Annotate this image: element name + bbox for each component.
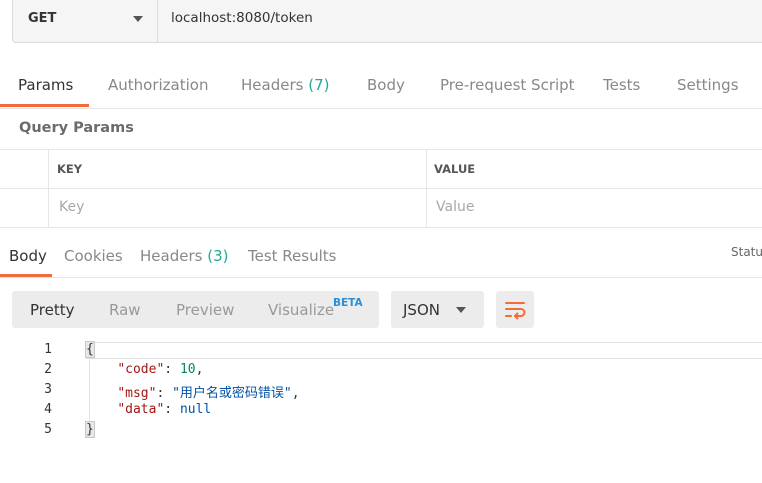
json-punct: , [291,386,300,401]
tab-label: Settings [677,76,739,94]
code-line: 5 } [0,420,762,440]
tab-count-badge: (7) [308,76,330,94]
request-url-bar: GET [12,0,762,43]
tab-tests[interactable]: Tests [603,76,640,94]
json-punct: , [195,362,204,377]
json-key: "data" [117,402,165,417]
tab-headers[interactable]: Headers (7) [241,76,329,94]
status-label: Statu [731,245,762,259]
url-input[interactable] [158,0,762,43]
key-placeholder: Key [59,199,85,215]
format-raw[interactable]: Raw [109,301,141,319]
value-column-header: VALUE [434,162,476,176]
tab-label: Authorization [108,76,209,94]
chevron-down-icon [133,15,143,22]
format-visualize[interactable]: Visualize [268,301,334,319]
tab-label: Headers [241,76,304,94]
tab-authorization[interactable]: Authorization [108,76,208,94]
request-tabs: Params Authorization Headers (7) Body Pr… [0,66,762,109]
line-number: 2 [44,362,52,377]
code-text: "data": null [117,402,212,417]
tab-label: Headers [140,247,203,265]
tab-response-body[interactable]: Body [9,247,47,265]
json-value: "用户名或密码错误" [172,386,292,401]
method-label: GET [28,11,57,26]
tab-label: Params [18,76,74,94]
tab-params[interactable]: Params [18,76,73,94]
key-column-header: KEY [57,162,83,176]
tab-count-badge: (3) [207,247,229,265]
code-line: 2 "code": 10, [0,360,762,380]
tab-label: Body [367,76,405,94]
key-header-cell: KEY [48,150,426,188]
current-line-highlight [86,342,762,359]
line-number: 4 [44,402,52,417]
code-text: "msg": "用户名或密码错误", [117,386,300,401]
method-select[interactable]: GET [13,0,158,42]
response-format-select[interactable]: JSON [391,291,484,328]
beta-badge: BETA [333,297,363,309]
tab-label: Cookies [64,247,123,265]
value-placeholder: Value [436,199,475,215]
value-input[interactable]: Value [426,189,762,227]
line-number: 3 [44,382,52,397]
format-pretty[interactable]: Pretty [30,301,75,319]
bracket-close: } [85,421,95,438]
active-tab-indicator [0,104,89,107]
tab-settings[interactable]: Settings [677,76,739,94]
wrap-lines-button[interactable] [496,291,534,328]
json-value: 10 [179,362,196,377]
tab-test-results[interactable]: Test Results [248,247,336,265]
key-input[interactable]: Key [48,189,426,227]
code-text: } [85,421,95,438]
tab-response-headers[interactable]: Headers (3) [140,247,228,265]
tab-label: Pre-request Script [440,76,575,94]
tab-label: Body [9,247,47,265]
query-params-table: KEY VALUE Key Value [0,149,762,228]
json-key: "code" [117,362,165,377]
wrap-lines-icon [505,302,526,320]
code-text: { [85,341,95,358]
chevron-down-icon [456,307,466,313]
tab-body[interactable]: Body [367,76,405,94]
format-toggle-group: Pretty Raw Preview Visualize BETA [12,291,379,328]
line-number: 5 [44,422,52,437]
code-text: "code": 10, [117,362,204,377]
query-params-title: Query Params [19,120,134,136]
code-line: 4 "data": null [0,400,762,420]
line-number: 1 [44,342,52,357]
json-value: null [179,402,212,417]
active-response-tab-indicator [0,274,52,277]
table-row: Key Value [0,189,762,228]
response-body-editor[interactable]: 1 { 2 "code": 10, 3 "msg": "用户名或密码错误", 4… [0,340,762,483]
tab-cookies[interactable]: Cookies [64,247,123,265]
response-format-label: JSON [403,301,440,319]
json-key: "msg" [117,386,157,401]
table-header-row: KEY VALUE [0,150,762,189]
tab-label: Test Results [248,247,337,265]
tab-pre-request-script[interactable]: Pre-request Script [440,76,575,94]
code-line: 3 "msg": "用户名或密码错误", [0,380,762,401]
format-preview[interactable]: Preview [176,301,234,319]
response-tabs: Body Cookies Headers (3) Test Results [0,237,762,278]
bracket-open: { [85,341,95,358]
tab-label: Tests [603,76,641,94]
code-line: 1 { [0,340,762,360]
value-header-cell: VALUE [426,150,762,188]
